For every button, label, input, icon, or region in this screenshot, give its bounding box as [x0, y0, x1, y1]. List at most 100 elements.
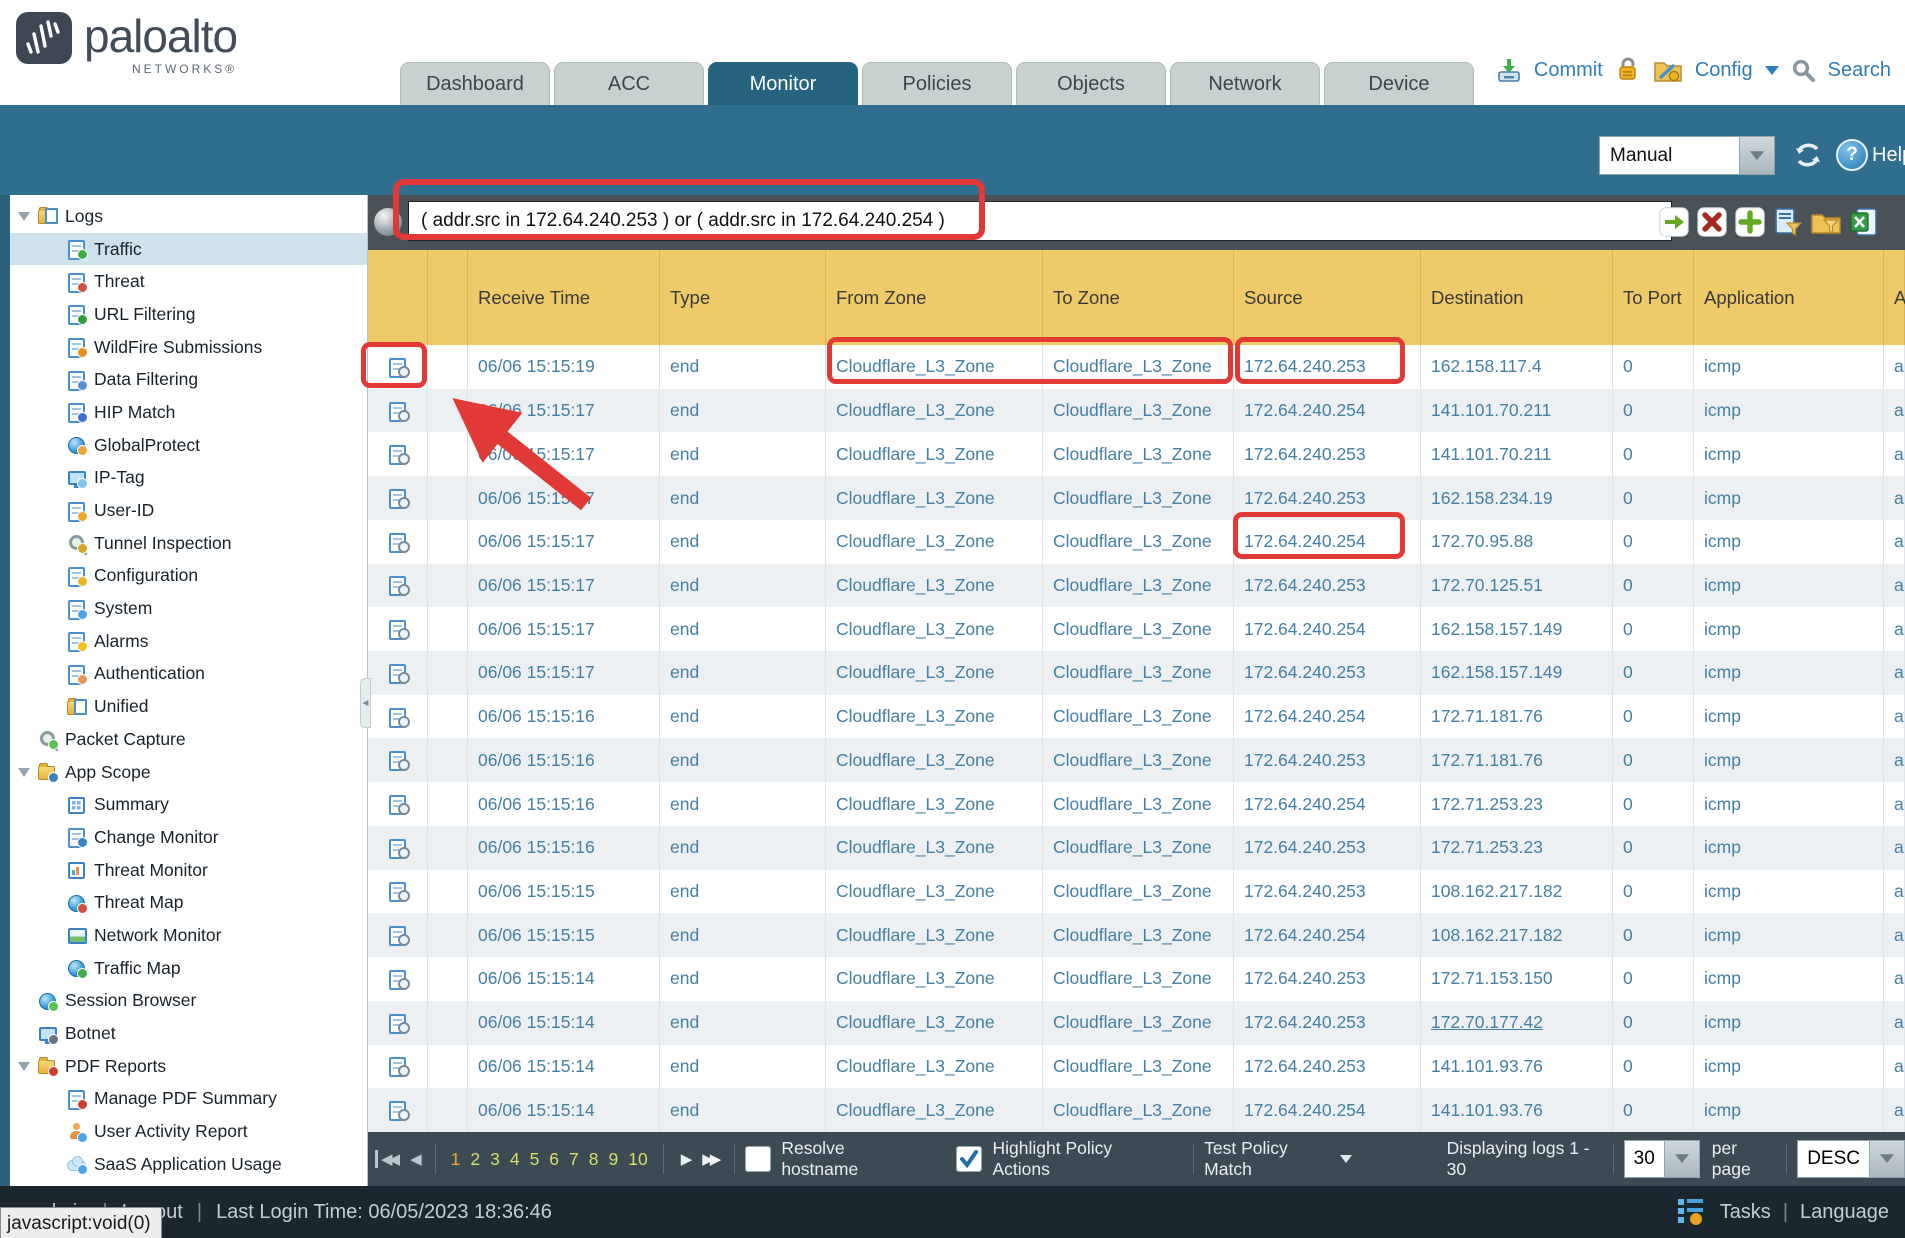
- value-to-port[interactable]: 0: [1623, 662, 1633, 683]
- value-destination[interactable]: 141.101.70.211: [1431, 400, 1551, 421]
- value-action[interactable]: al: [1894, 794, 1905, 815]
- search-button[interactable]: Search: [1828, 59, 1891, 82]
- page-number-1[interactable]: 1: [451, 1149, 461, 1169]
- sidebar-item-traffic-map[interactable]: Traffic Map: [10, 952, 367, 985]
- value-source[interactable]: 172.64.240.253: [1244, 837, 1366, 858]
- filter-builder-icon[interactable]: [1773, 207, 1803, 237]
- log-detail-icon[interactable]: [388, 882, 407, 900]
- value-type[interactable]: end: [670, 662, 699, 683]
- value-type[interactable]: end: [670, 794, 699, 815]
- value-from-zone[interactable]: Cloudflare_L3_Zone: [836, 444, 995, 465]
- value-destination[interactable]: 172.71.181.76: [1431, 750, 1543, 771]
- sidebar-item-summary[interactable]: Summary: [10, 788, 367, 821]
- column-header-to-port[interactable]: To Port: [1613, 250, 1694, 345]
- value-action[interactable]: al: [1894, 925, 1905, 946]
- tasks-link[interactable]: Tasks: [1720, 1201, 1771, 1224]
- value-to-zone[interactable]: Cloudflare_L3_Zone: [1053, 1056, 1212, 1077]
- per-page-dropdown-button[interactable]: [1664, 1141, 1699, 1177]
- log-detail-icon[interactable]: [388, 970, 407, 988]
- export-icon[interactable]: [1849, 207, 1879, 237]
- test-policy-match-button[interactable]: Test Policy Match: [1204, 1138, 1351, 1180]
- value-action[interactable]: al: [1894, 662, 1905, 683]
- value-to-zone[interactable]: Cloudflare_L3_Zone: [1053, 1012, 1212, 1033]
- column-header-destination[interactable]: Destination: [1421, 250, 1613, 345]
- log-filter-input[interactable]: [408, 201, 1672, 241]
- sidebar-item-packet-capture[interactable]: Packet Capture: [10, 723, 367, 756]
- value-to-zone[interactable]: Cloudflare_L3_Zone: [1053, 619, 1212, 640]
- value-destination[interactable]: 141.101.93.76: [1431, 1100, 1543, 1121]
- value-to-port[interactable]: 0: [1623, 1012, 1633, 1033]
- commit-button[interactable]: Commit: [1534, 59, 1603, 82]
- value-to-zone[interactable]: Cloudflare_L3_Zone: [1053, 488, 1212, 509]
- value-destination[interactable]: 141.101.70.211: [1431, 444, 1551, 465]
- value-destination[interactable]: 172.71.253.23: [1431, 794, 1543, 815]
- value-application[interactable]: icmp: [1704, 750, 1741, 771]
- value-from-zone[interactable]: Cloudflare_L3_Zone: [836, 1056, 995, 1077]
- log-detail-icon[interactable]: [388, 533, 407, 551]
- sidebar-item-network-monitor[interactable]: Network Monitor: [10, 919, 367, 952]
- value-action[interactable]: al: [1894, 400, 1905, 421]
- value-destination[interactable]: 172.70.125.51: [1431, 575, 1543, 596]
- page-number-6[interactable]: 6: [549, 1149, 559, 1169]
- page-number-4[interactable]: 4: [510, 1149, 520, 1169]
- value-action[interactable]: al: [1894, 444, 1905, 465]
- value-source[interactable]: 172.64.240.253: [1244, 575, 1366, 596]
- value-application[interactable]: icmp: [1704, 444, 1741, 465]
- config-caret-icon[interactable]: [1765, 66, 1779, 82]
- sidebar-item-system[interactable]: System: [10, 592, 367, 625]
- value-destination[interactable]: 162.158.157.149: [1431, 662, 1562, 683]
- value-to-zone[interactable]: Cloudflare_L3_Zone: [1053, 706, 1212, 727]
- value-type[interactable]: end: [670, 619, 699, 640]
- value-application[interactable]: icmp: [1704, 400, 1741, 421]
- page-number-7[interactable]: 7: [569, 1149, 579, 1169]
- value-to-zone[interactable]: Cloudflare_L3_Zone: [1053, 881, 1212, 902]
- value-to-port[interactable]: 0: [1623, 444, 1633, 465]
- log-detail-icon[interactable]: [388, 402, 407, 420]
- value-to-zone[interactable]: Cloudflare_L3_Zone: [1053, 662, 1212, 683]
- value-to-zone[interactable]: Cloudflare_L3_Zone: [1053, 400, 1212, 421]
- tab-monitor[interactable]: Monitor: [708, 62, 858, 105]
- value-to-port[interactable]: 0: [1623, 356, 1633, 377]
- value-from-zone[interactable]: Cloudflare_L3_Zone: [836, 1100, 995, 1121]
- value-from-zone[interactable]: Cloudflare_L3_Zone: [836, 1012, 995, 1033]
- log-detail-icon[interactable]: [388, 839, 407, 857]
- sidebar-item-botnet[interactable]: Botnet: [10, 1017, 367, 1050]
- column-header-source[interactable]: Source: [1234, 250, 1421, 345]
- value-action[interactable]: al: [1894, 706, 1905, 727]
- value-action[interactable]: al: [1894, 531, 1905, 552]
- tab-objects[interactable]: Objects: [1016, 62, 1166, 105]
- value-action[interactable]: al: [1894, 1012, 1905, 1033]
- tab-acc[interactable]: ACC: [554, 62, 704, 105]
- log-detail-icon[interactable]: [388, 1057, 407, 1075]
- value-to-port[interactable]: 0: [1623, 750, 1633, 771]
- value-from-zone[interactable]: Cloudflare_L3_Zone: [836, 488, 995, 509]
- value-to-port[interactable]: 0: [1623, 1100, 1633, 1121]
- sidebar-item-pdf-reports[interactable]: PDF Reports: [10, 1050, 367, 1083]
- value-to-port[interactable]: 0: [1623, 488, 1633, 509]
- value-from-zone[interactable]: Cloudflare_L3_Zone: [836, 531, 995, 552]
- sidebar-item-unified[interactable]: Unified: [10, 690, 367, 723]
- value-from-zone[interactable]: Cloudflare_L3_Zone: [836, 400, 995, 421]
- log-detail-icon[interactable]: [388, 620, 407, 638]
- value-source[interactable]: 172.64.240.253: [1244, 662, 1366, 683]
- value-from-zone[interactable]: Cloudflare_L3_Zone: [836, 619, 995, 640]
- value-to-port[interactable]: 0: [1623, 837, 1633, 858]
- first-page-icon[interactable]: ◀◀: [375, 1150, 396, 1168]
- value-action[interactable]: al: [1894, 488, 1905, 509]
- log-detail-icon[interactable]: [388, 1014, 407, 1032]
- value-source[interactable]: 172.64.240.253: [1244, 444, 1366, 465]
- value-application[interactable]: icmp: [1704, 794, 1741, 815]
- value-from-zone[interactable]: Cloudflare_L3_Zone: [836, 881, 995, 902]
- log-detail-icon[interactable]: [388, 751, 407, 769]
- sidebar-item-traffic[interactable]: Traffic: [10, 233, 367, 266]
- add-filter-icon[interactable]: [1735, 207, 1765, 237]
- value-to-port[interactable]: 0: [1623, 1056, 1633, 1077]
- last-page-icon[interactable]: ▶▶: [702, 1150, 717, 1168]
- value-action[interactable]: al: [1894, 1056, 1905, 1077]
- sidebar-item-manage-pdf-summary[interactable]: Manage PDF Summary: [10, 1083, 367, 1116]
- column-header-from-zone[interactable]: From Zone: [826, 250, 1043, 345]
- log-detail-icon[interactable]: [388, 708, 407, 726]
- value-from-zone[interactable]: Cloudflare_L3_Zone: [836, 794, 995, 815]
- value-destination[interactable]: 172.71.153.150: [1431, 968, 1553, 989]
- sidebar-item-tunnel-inspection[interactable]: Tunnel Inspection: [10, 527, 367, 560]
